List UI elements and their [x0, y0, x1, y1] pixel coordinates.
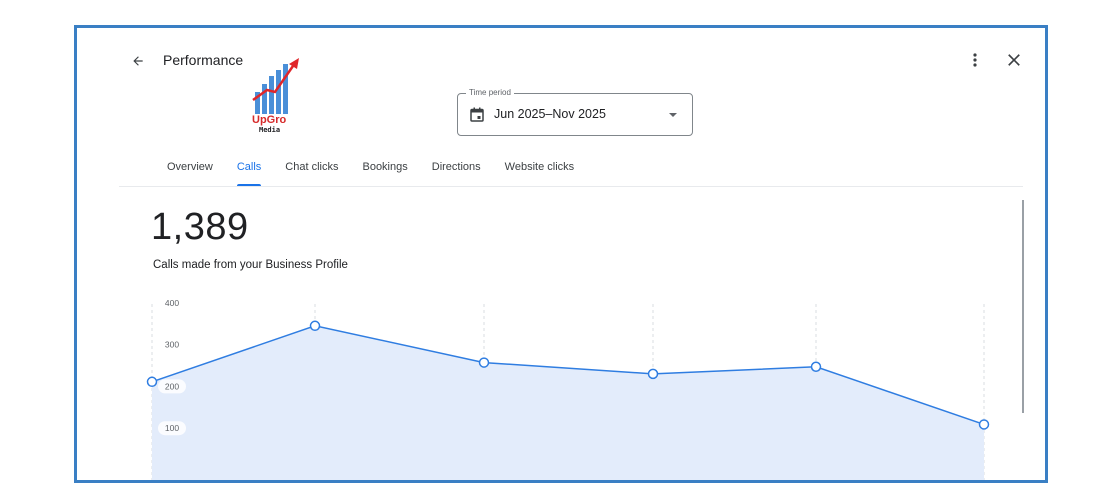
tab-calls[interactable]: Calls	[225, 156, 273, 186]
data-point[interactable]	[810, 361, 822, 373]
time-period-value: Jun 2025–Nov 2025	[494, 107, 606, 121]
back-button[interactable]	[129, 52, 147, 70]
y-tick-label: 100	[165, 423, 179, 433]
scrollbar[interactable]	[1022, 200, 1024, 413]
more-vert-icon	[973, 53, 977, 67]
more-options-button[interactable]	[967, 50, 983, 70]
y-tick-label: 400	[165, 298, 179, 308]
svg-text:UpGro: UpGro	[252, 114, 287, 126]
data-point[interactable]	[647, 368, 659, 380]
close-button[interactable]	[1004, 50, 1024, 70]
performance-dialog: Performance UpGro Media Time period Jun …	[74, 25, 1048, 483]
tab-bar: Overview Calls Chat clicks Bookings Dire…	[155, 156, 586, 186]
arrow-back-icon	[133, 56, 143, 66]
data-point[interactable]	[478, 357, 490, 368]
page-title: Performance	[163, 52, 244, 68]
metric-value: 1,389	[151, 206, 249, 248]
y-tick-label: 300	[165, 340, 179, 350]
calendar-icon	[470, 107, 484, 122]
y-tick-label: 200	[165, 381, 179, 391]
data-point[interactable]	[146, 376, 158, 388]
time-period-select[interactable]: Time period Jun 2025–Nov 2025	[457, 88, 693, 136]
caret-down-icon	[669, 113, 677, 117]
data-point[interactable]	[309, 320, 321, 332]
close-icon	[1008, 54, 1020, 66]
calls-area-chart: 100 200 300 400	[146, 296, 990, 480]
tab-chat-clicks[interactable]: Chat clicks	[273, 156, 350, 186]
metric-caption: Calls made from your Business Profile	[153, 259, 348, 271]
upgro-media-logo: UpGro Media	[249, 56, 305, 134]
tab-bookings[interactable]: Bookings	[350, 156, 419, 186]
tabs-divider	[119, 186, 1023, 187]
time-period-label: Time period	[466, 88, 514, 98]
svg-text:Media: Media	[259, 126, 280, 134]
tab-directions[interactable]: Directions	[420, 156, 493, 186]
data-point[interactable]	[978, 419, 990, 430]
tab-website-clicks[interactable]: Website clicks	[493, 156, 586, 186]
tab-overview[interactable]: Overview	[155, 156, 225, 186]
area-fill	[152, 325, 984, 480]
